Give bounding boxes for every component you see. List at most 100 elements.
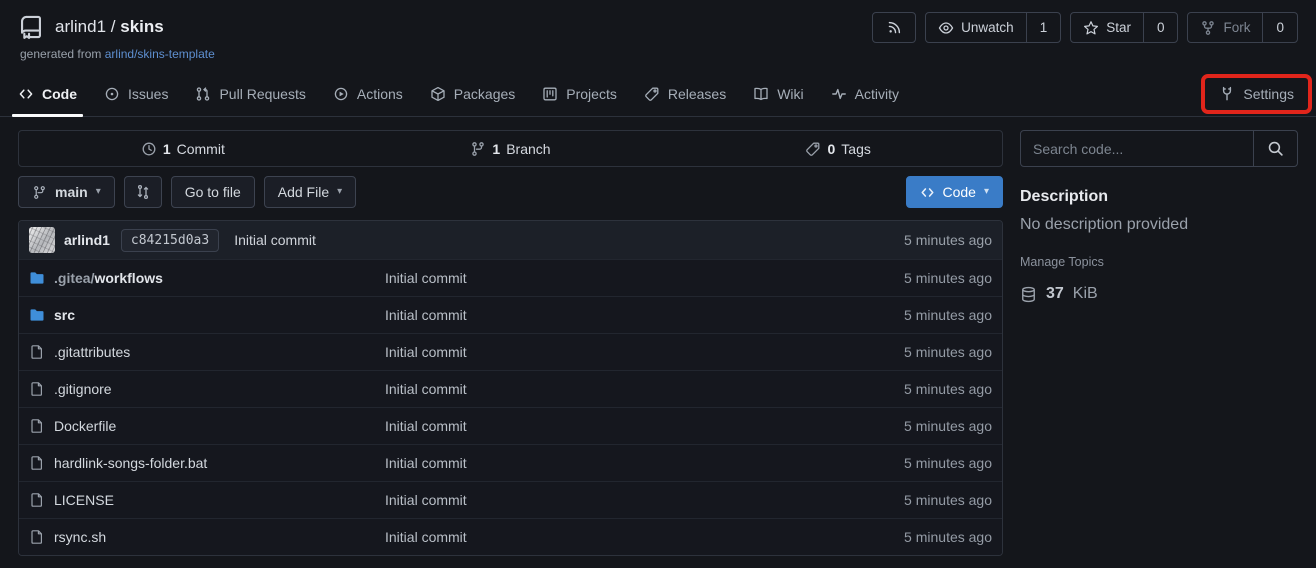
manage-topics-link[interactable]: Manage Topics (1020, 255, 1298, 269)
file-name[interactable]: hardlink-songs-folder.bat (54, 455, 207, 471)
branch-count: 1 (492, 141, 500, 157)
watch-button-group: Unwatch 1 (925, 12, 1061, 43)
folder-icon (29, 270, 45, 286)
file-name[interactable]: Dockerfile (54, 418, 116, 434)
table-row[interactable]: .gitignore Initial commit 5 minutes ago (19, 370, 1002, 407)
table-row[interactable]: src Initial commit 5 minutes ago (19, 296, 1002, 333)
code-download-button[interactable]: Code ▾ (906, 176, 1004, 208)
tab-releases[interactable]: Releases (644, 71, 726, 116)
tag-count: 0 (827, 141, 835, 157)
tab-code[interactable]: Code (18, 71, 77, 116)
branch-selector-button[interactable]: main ▾ (18, 176, 115, 208)
table-row[interactable]: .gitattributes Initial commit 5 minutes … (19, 333, 1002, 370)
content: 1 Commit 1 Branch 0 Tags main ▾ (0, 130, 1316, 556)
file-commit-message[interactable]: Initial commit (385, 344, 832, 360)
file-commit-time: 5 minutes ago (832, 492, 992, 508)
file-icon (29, 455, 45, 471)
file-commit-message[interactable]: Initial commit (385, 307, 832, 323)
fork-button[interactable]: Fork (1188, 13, 1262, 42)
repo-controls-row: main ▾ Go to file Add File ▾ Code ▾ (18, 176, 1003, 208)
file-commit-message[interactable]: Initial commit (385, 492, 832, 508)
file-commit-time: 5 minutes ago (832, 455, 992, 471)
star-count[interactable]: 0 (1143, 13, 1178, 42)
compare-branches-button[interactable] (124, 176, 162, 208)
search-button[interactable] (1253, 131, 1297, 166)
folder-path-prefix[interactable]: .gitea/ (54, 270, 94, 286)
tab-issues[interactable]: Issues (104, 71, 168, 116)
table-row[interactable]: hardlink-songs-folder.bat Initial commit… (19, 444, 1002, 481)
fork-count[interactable]: 0 (1262, 13, 1297, 42)
repo-name-link[interactable]: skins (120, 17, 163, 36)
commit-time: 5 minutes ago (904, 232, 992, 248)
watch-count[interactable]: 1 (1026, 13, 1061, 42)
commit-message-link[interactable]: Initial commit (234, 232, 316, 248)
activity-pulse-icon (831, 86, 847, 102)
template-repo-link[interactable]: arlind/skins-template (105, 47, 215, 61)
table-row[interactable]: .gitea/workflows Initial commit 5 minute… (19, 259, 1002, 296)
tab-label: Wiki (777, 86, 803, 102)
tab-packages[interactable]: Packages (430, 71, 515, 116)
table-row[interactable]: LICENSE Initial commit 5 minutes ago (19, 481, 1002, 518)
add-file-button[interactable]: Add File ▾ (264, 176, 356, 208)
go-to-file-button[interactable]: Go to file (171, 176, 255, 208)
repo-header: arlind1 / skins generated from arlind/sk… (0, 0, 1316, 61)
folder-icon (29, 307, 45, 323)
commit-hash-link[interactable]: c84215d0a3 (121, 229, 219, 252)
tab-settings[interactable]: Settings (1219, 86, 1294, 102)
file-commit-message[interactable]: Initial commit (385, 418, 832, 434)
file-table: arlind1 c84215d0a3 Initial commit 5 minu… (18, 220, 1003, 556)
commits-stat[interactable]: 1 Commit (19, 131, 347, 166)
history-clock-icon (141, 141, 157, 157)
file-name[interactable]: .gitea/workflows (54, 270, 163, 286)
fork-button-group: Fork 0 (1187, 12, 1298, 43)
generated-from-text: generated from (20, 47, 101, 61)
code-icon (920, 185, 935, 200)
search-input[interactable] (1021, 131, 1253, 166)
file-icon (29, 344, 45, 360)
code-button-label: Code (943, 184, 976, 200)
tab-label: Releases (668, 86, 726, 102)
description-heading: Description (1020, 188, 1298, 206)
project-board-icon (542, 86, 558, 102)
tab-label: Projects (566, 86, 617, 102)
file-icon (29, 529, 45, 545)
file-commit-time: 5 minutes ago (832, 270, 992, 286)
file-commit-message[interactable]: Initial commit (385, 270, 832, 286)
tab-actions[interactable]: Actions (333, 71, 403, 116)
tab-wiki[interactable]: Wiki (753, 71, 803, 116)
tab-pull-requests[interactable]: Pull Requests (195, 71, 305, 116)
file-name[interactable]: .gitignore (54, 381, 112, 397)
star-button[interactable]: Star (1071, 13, 1143, 42)
unwatch-label: Unwatch (961, 20, 1014, 35)
file-commit-message[interactable]: Initial commit (385, 455, 832, 471)
repo-owner-link[interactable]: arlind1 (55, 17, 106, 36)
repo-book-icon (18, 14, 44, 40)
file-commit-message[interactable]: Initial commit (385, 529, 832, 545)
file-name[interactable]: .gitattributes (54, 344, 130, 360)
file-name[interactable]: rsync.sh (54, 529, 106, 545)
tab-label: Activity (855, 86, 899, 102)
tab-label: Actions (357, 86, 403, 102)
file-commit-time: 5 minutes ago (832, 529, 992, 545)
branches-stat[interactable]: 1 Branch (347, 131, 675, 166)
unwatch-button[interactable]: Unwatch (926, 13, 1026, 42)
tab-projects[interactable]: Projects (542, 71, 617, 116)
table-row[interactable]: Dockerfile Initial commit 5 minutes ago (19, 407, 1002, 444)
tag-icon (805, 141, 821, 157)
table-row[interactable]: rsync.sh Initial commit 5 minutes ago (19, 518, 1002, 555)
rss-button-group (872, 12, 916, 43)
tags-stat[interactable]: 0 Tags (674, 131, 1002, 166)
fork-label: Fork (1223, 20, 1250, 35)
repo-tab-bar: Code Issues Pull Requests Actions Packag… (0, 71, 1316, 117)
file-name[interactable]: LICENSE (54, 492, 114, 508)
avatar[interactable] (29, 227, 55, 253)
rss-button[interactable] (873, 13, 915, 42)
commit-author-link[interactable]: arlind1 (64, 232, 110, 248)
title-separator: / (111, 17, 116, 36)
tab-activity[interactable]: Activity (831, 71, 899, 116)
generated-from-line: generated from arlind/skins-template (20, 47, 1298, 61)
file-name[interactable]: src (54, 307, 75, 323)
file-commit-time: 5 minutes ago (832, 381, 992, 397)
file-commit-message[interactable]: Initial commit (385, 381, 832, 397)
file-icon (29, 418, 45, 434)
